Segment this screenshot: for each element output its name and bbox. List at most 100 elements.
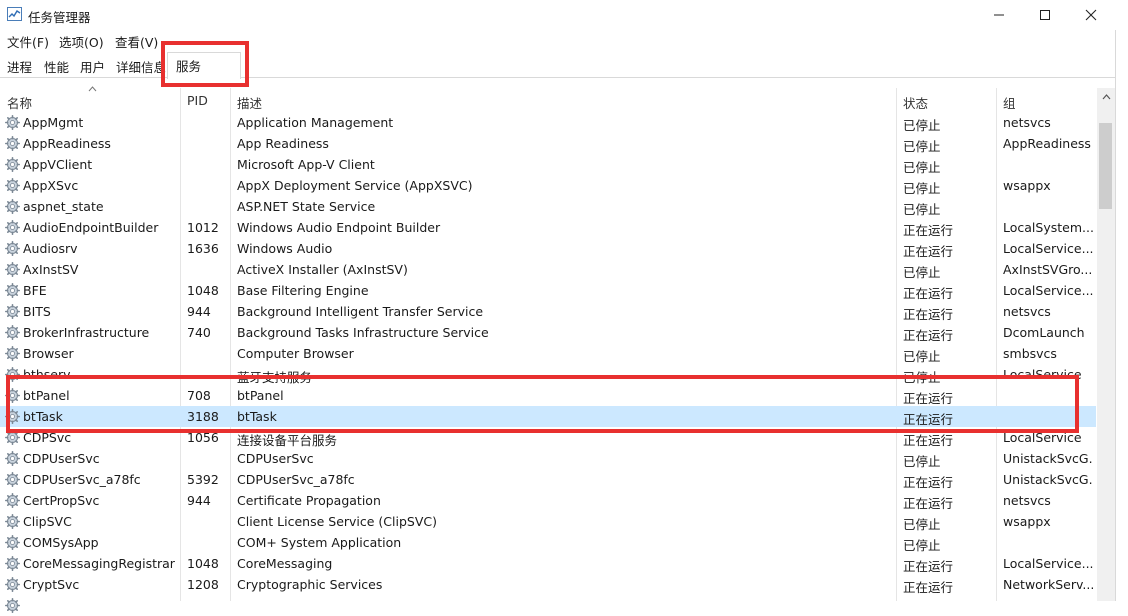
service-description: Background Tasks Infrastructure Service <box>237 325 489 340</box>
service-status: 正在运行 <box>903 286 954 301</box>
close-button[interactable] <box>1068 0 1114 30</box>
column-header-name[interactable]: 名称 <box>7 93 32 112</box>
service-gear-icon <box>5 535 20 550</box>
service-status: 正在运行 <box>903 307 954 322</box>
service-group: netsvcs <box>1003 115 1051 130</box>
service-gear-icon <box>5 493 20 508</box>
tab-details[interactable]: 详细信息 <box>116 57 166 76</box>
table-row[interactable]: Audiosrv 1636 Windows Audio 正在运行 LocalServic… <box>0 238 1096 259</box>
tab-performance[interactable]: 性能 <box>44 57 69 76</box>
service-description: App Readiness <box>237 136 329 151</box>
table-row[interactable] <box>0 595 1096 616</box>
table-row[interactable]: CryptSvc 1208 Cryptographic Services 正在运行 Ne… <box>0 574 1096 595</box>
service-gear-icon <box>5 262 20 277</box>
service-status: 正在运行 <box>903 580 954 595</box>
table-row[interactable]: AppXSvc AppX Deployment Service (AppXSVC)… <box>0 175 1096 196</box>
tab-users[interactable]: 用户 <box>80 57 105 76</box>
menu-options[interactable]: 选项(O) <box>59 32 104 51</box>
service-name: BITS <box>23 304 51 319</box>
service-group: wsappx <box>1003 178 1051 193</box>
service-name: AppVClient <box>23 157 93 172</box>
service-pid: 944 <box>187 304 211 319</box>
service-description: Cryptographic Services <box>237 577 383 592</box>
window-edge <box>1115 30 1116 601</box>
scrollbar-thumb[interactable] <box>1099 123 1112 209</box>
service-gear-icon <box>5 577 20 592</box>
service-status: 正在运行 <box>903 475 954 490</box>
column-header-description[interactable]: 描述 <box>237 93 262 112</box>
table-row[interactable]: CDPUserSvc CDPUserSvc 已停止 UnistackSvcG... <box>0 448 1096 469</box>
service-gear-icon <box>5 598 20 613</box>
service-description: Base Filtering Engine <box>237 283 369 298</box>
service-group: AppReadiness <box>1003 136 1091 151</box>
column-header-group[interactable]: 组 <box>1003 93 1016 112</box>
service-pid: 1012 <box>187 220 219 235</box>
service-group: UnistackSvcG... <box>1003 451 1093 466</box>
table-row[interactable]: aspnet_state ASP.NET State Service 已停止 <box>0 196 1096 217</box>
service-status: 已停止 <box>903 538 941 553</box>
table-row[interactable]: AudioEndpointBuilder 1012 Windows Audio En… <box>0 217 1096 238</box>
service-group: netsvcs <box>1003 304 1051 319</box>
table-row[interactable]: AppMgmt Application Management 已停止 netsvcs <box>0 112 1096 133</box>
service-gear-icon <box>5 178 20 193</box>
service-gear-icon <box>5 283 20 298</box>
table-row[interactable]: BrokerInfrastructure 740 Background Tasks … <box>0 322 1096 343</box>
service-description: ASP.NET State Service <box>237 199 376 214</box>
table-row[interactable]: ClipSVC Client License Service (ClipSVC) 已… <box>0 511 1096 532</box>
table-row[interactable]: AxInstSV ActiveX Installer (AxInstSV) 已停止 A… <box>0 259 1096 280</box>
service-name: AppXSvc <box>23 178 79 193</box>
service-gear-icon <box>5 199 20 214</box>
maximize-button[interactable] <box>1022 0 1068 30</box>
service-gear-icon <box>5 241 20 256</box>
minimize-button[interactable] <box>976 0 1022 30</box>
service-group: DcomLaunch <box>1003 325 1085 340</box>
menu-view[interactable]: 查看(V) <box>115 32 158 51</box>
service-group: wsappx <box>1003 514 1051 529</box>
service-gear-icon <box>5 304 20 319</box>
vertical-scrollbar[interactable] <box>1097 88 1115 601</box>
menu-file[interactable]: 文件(F) <box>7 32 49 51</box>
service-description: Windows Audio Endpoint Builder <box>237 220 441 235</box>
table-row[interactable]: CertPropSvc 944 Certificate Propagation 正在运… <box>0 490 1096 511</box>
column-header-status[interactable]: 状态 <box>903 93 928 112</box>
service-name: CryptSvc <box>23 577 80 592</box>
service-name: CoreMessagingRegistrar <box>23 556 175 571</box>
service-pid: 5392 <box>187 472 219 487</box>
annotation-highlight-services-tab <box>161 41 249 87</box>
chevron-up-icon <box>1102 94 1110 100</box>
service-name: AxInstSV <box>23 262 79 277</box>
service-gear-icon <box>5 325 20 340</box>
service-description: COM+ System Application <box>237 535 402 550</box>
service-gear-icon <box>5 157 20 172</box>
table-row[interactable]: CDPUserSvc_a78fc 5392 CDPUserSvc_a78fc 正在运行… <box>0 469 1096 490</box>
service-status: 已停止 <box>903 517 941 532</box>
close-icon <box>1085 9 1097 21</box>
minimize-icon <box>994 14 1004 16</box>
service-status: 正在运行 <box>903 328 954 343</box>
service-gear-icon <box>5 514 20 529</box>
service-description: Background Intelligent Transfer Service <box>237 304 484 319</box>
table-row[interactable]: BITS 944 Background Intelligent Transfer S… <box>0 301 1096 322</box>
table-row[interactable]: AppVClient Microsoft App-V Client 已停止 <box>0 154 1096 175</box>
service-status: 正在运行 <box>903 496 954 511</box>
tab-processes[interactable]: 进程 <box>7 57 32 76</box>
service-pid: 1208 <box>187 577 219 592</box>
table-row[interactable]: AppReadiness App Readiness 已停止 AppReadiness <box>0 133 1096 154</box>
service-status: 已停止 <box>903 181 941 196</box>
service-gear-icon <box>5 115 20 130</box>
column-header-pid[interactable]: PID <box>187 93 208 108</box>
service-pid: 740 <box>187 325 211 340</box>
service-name: Browser <box>23 346 74 361</box>
service-status: 正在运行 <box>903 559 954 574</box>
scroll-up-button[interactable] <box>1097 88 1115 106</box>
table-row[interactable]: Browser Computer Browser 已停止 smbsvcs <box>0 343 1096 364</box>
table-row[interactable]: COMSysApp COM+ System Application 已停止 <box>0 532 1096 553</box>
service-description: Certificate Propagation <box>237 493 381 508</box>
service-name: AppMgmt <box>23 115 84 130</box>
table-row[interactable]: BFE 1048 Base Filtering Engine 正在运行 LocalSer… <box>0 280 1096 301</box>
service-group: netsvcs <box>1003 493 1051 508</box>
table-row[interactable]: CoreMessagingRegistrar 1048 CoreMessaging 正… <box>0 553 1096 574</box>
service-group: smbsvcs <box>1003 346 1057 361</box>
service-name: CDPUserSvc_a78fc <box>23 472 141 487</box>
service-name: CertPropSvc <box>23 493 100 508</box>
